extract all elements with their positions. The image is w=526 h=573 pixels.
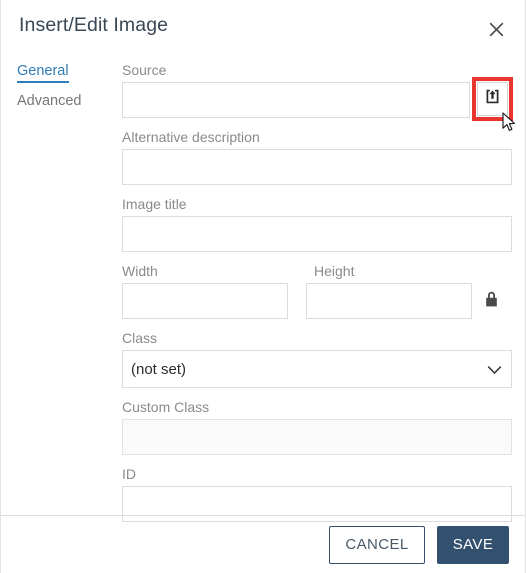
alt-input[interactable] — [122, 149, 512, 185]
upload-image-icon — [484, 88, 501, 110]
image-title-label: Image title — [122, 196, 187, 212]
width-label: Width — [122, 263, 158, 279]
id-field-group: ID — [122, 466, 512, 522]
source-label: Source — [122, 62, 167, 78]
cancel-button[interactable]: CANCEL — [329, 525, 425, 564]
dialog-header: Insert/Edit Image — [1, 0, 525, 56]
image-form: Source Alternative description Image tit… — [122, 62, 513, 533]
tab-general[interactable]: General — [17, 63, 69, 83]
dialog-footer: CANCEL SAVE — [1, 516, 525, 573]
id-label: ID — [122, 466, 136, 482]
browse-button-wrap — [470, 77, 513, 121]
dimensions-labels-row: Width Height — [122, 263, 512, 283]
alt-field-group: Alternative description — [122, 129, 512, 185]
image-title-input[interactable] — [122, 216, 512, 252]
source-row — [122, 77, 513, 121]
browse-source-button[interactable] — [477, 82, 508, 116]
class-field-group: Class (not set) — [122, 330, 512, 388]
image-title-field-group: Image title — [122, 196, 512, 252]
height-input[interactable] — [305, 283, 472, 319]
lock-closed-icon — [484, 290, 499, 313]
source-field-group: Source — [122, 62, 513, 121]
width-input[interactable] — [122, 283, 288, 319]
dialog-tabs: General Advanced — [1, 62, 111, 122]
dialog-title: Insert/Edit Image — [19, 14, 169, 36]
constrain-proportions-toggle[interactable] — [472, 283, 512, 319]
custom-class-label: Custom Class — [122, 399, 210, 415]
height-label: Height — [314, 263, 355, 279]
tab-row-advanced: Advanced — [1, 92, 111, 122]
class-select[interactable]: (not set) — [122, 350, 512, 388]
custom-class-input[interactable] — [122, 419, 512, 455]
tab-row-general: General — [1, 62, 111, 92]
source-input[interactable] — [122, 82, 470, 118]
dimensions-field-group: Width Height — [122, 263, 512, 319]
class-select-wrap: (not set) — [122, 350, 512, 388]
close-icon[interactable] — [483, 16, 509, 42]
insert-edit-image-dialog: Insert/Edit Image General Advanced Sourc… — [0, 0, 526, 573]
save-button[interactable]: SAVE — [437, 525, 509, 564]
custom-class-field-group: Custom Class — [122, 399, 512, 455]
alt-label: Alternative description — [122, 129, 260, 145]
tab-advanced[interactable]: Advanced — [17, 93, 82, 113]
dimensions-inputs-row — [122, 283, 512, 319]
class-label: Class — [122, 330, 158, 346]
